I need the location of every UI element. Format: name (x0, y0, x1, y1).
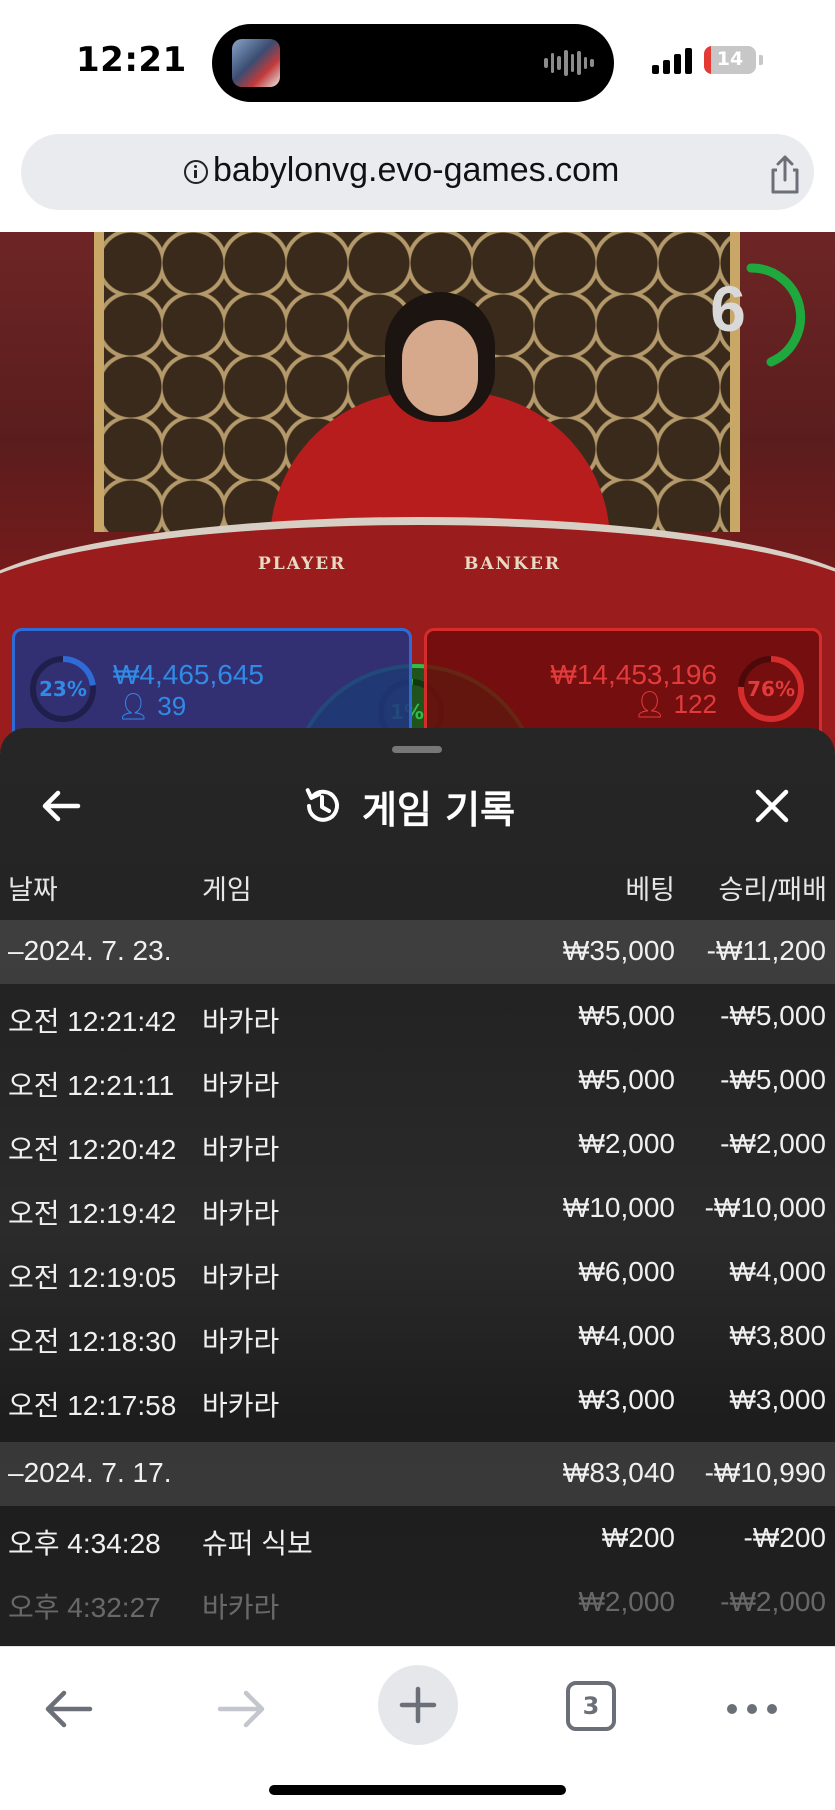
address-bar[interactable]: babylonvg.evo-games.com (21, 134, 814, 210)
row-result: -₩5,000 (720, 1064, 826, 1095)
row-bet: ₩200 (601, 1522, 675, 1553)
column-bet[interactable]: 베팅 (625, 868, 675, 907)
group-date: –2024. 7. 17. (8, 1457, 172, 1488)
row-bet: ₩10,000 (562, 1192, 675, 1223)
row-bet: ₩2,000 (578, 1128, 676, 1159)
dynamic-island (212, 24, 614, 102)
home-indicator[interactable] (269, 1785, 566, 1795)
more-icon[interactable] (712, 1669, 792, 1749)
table-label-banker: BANKER (464, 554, 561, 574)
row-time: 오전 12:21:42 (8, 1006, 177, 1037)
row-game: 바카라 (202, 1390, 280, 1421)
row-result: -₩2,000 (720, 1128, 826, 1159)
history-row[interactable]: 오후 4:34:28 슈퍼 식보 ₩200 -₩200 (0, 1506, 835, 1570)
sheet-title: 게임 기록 (362, 787, 516, 832)
history-row[interactable]: 오전 12:19:05 바카라 ₩6,000 ₩4,000 (0, 1240, 835, 1304)
countdown-timer: 6 (710, 273, 746, 345)
row-time: 오전 12:20:42 (8, 1134, 177, 1165)
status-bar: 12:21 14 (0, 0, 835, 125)
player-amount: ₩4,465,645 (113, 659, 264, 690)
row-bet: ₩3,000 (578, 1384, 676, 1415)
history-row[interactable]: 오전 12:18:30 바카라 ₩4,000 ₩3,800 (0, 1304, 835, 1368)
back-icon[interactable] (28, 1669, 108, 1749)
row-time: 오전 12:19:05 (8, 1262, 177, 1293)
row-game: 바카라 (202, 1262, 280, 1293)
row-result: -₩200 (743, 1522, 826, 1553)
island-app-icon (232, 39, 280, 87)
info-icon[interactable] (184, 160, 208, 184)
row-result: -₩10,000 (704, 1192, 826, 1223)
row-result: -₩5,000 (720, 1000, 826, 1031)
history-row[interactable]: 오전 12:21:11 바카라 ₩5,000 -₩5,000 (0, 1048, 835, 1112)
history-row[interactable]: 오전 12:17:58 바카라 ₩3,000 ₩3,000 (0, 1368, 835, 1432)
player-count: 👤︎ 39 (117, 691, 187, 721)
row-bet: ₩6,000 (578, 1256, 676, 1287)
row-time: 오후 4:34:28 (8, 1528, 161, 1559)
row-bet: ₩4,000 (578, 1320, 676, 1351)
group-result: -₩11,200 (706, 935, 826, 966)
banker-amount: ₩14,453,196 (550, 659, 717, 690)
row-result: ₩3,800 (729, 1320, 827, 1351)
sheet-header: 게임 기록 (300, 776, 515, 836)
history-row[interactable]: 오전 12:20:42 바카라 ₩2,000 -₩2,000 (0, 1112, 835, 1176)
url-text[interactable]: babylonvg.evo-games.com (213, 151, 619, 190)
history-row[interactable]: 오후 4:32:27 바카라 ₩2,000 -₩2,000 (0, 1570, 835, 1634)
row-time: 오전 12:17:58 (8, 1390, 177, 1421)
row-bet: ₩5,000 (578, 1064, 676, 1095)
banker-count: 👤︎ 122 (633, 689, 717, 719)
group-bet: ₩83,040 (562, 1457, 675, 1488)
drag-handle[interactable] (392, 746, 442, 753)
row-bet: ₩5,000 (578, 1000, 676, 1031)
history-row[interactable]: 오전 12:21:42 바카라 ₩5,000 -₩5,000 (0, 984, 835, 1048)
table-label-player: PLAYER (258, 554, 347, 574)
history-row[interactable]: 오전 12:19:42 바카라 ₩10,000 -₩10,000 (0, 1176, 835, 1240)
banker-percent: 76% (747, 677, 795, 701)
battery-icon: 14 (704, 46, 756, 74)
row-result: -₩2,000 (720, 1586, 826, 1617)
group-bet: ₩35,000 (562, 935, 675, 966)
game-history-sheet: 게임 기록 날짜 게임 베팅 승리/패배 –2024. 7. 23. ₩35,0… (0, 728, 835, 1646)
row-time: 오전 12:18:30 (8, 1326, 177, 1357)
user-icon: 👤︎ (117, 691, 151, 721)
row-game: 슈퍼 식보 (202, 1528, 313, 1559)
date-group-header[interactable]: –2024. 7. 23. ₩35,000 -₩11,200 (0, 920, 835, 984)
row-time: 오전 12:19:42 (8, 1198, 177, 1229)
new-tab-button[interactable] (378, 1665, 458, 1745)
row-game: 바카라 (202, 1592, 280, 1623)
audio-wave-icon (544, 48, 594, 78)
row-game: 바카라 (202, 1134, 280, 1165)
signal-icon (652, 46, 694, 74)
live-video[interactable]: PLAYER BANKER 6 1% 23% ₩4,465,645 👤︎ 39 … (0, 232, 835, 752)
user-icon: 👤︎ (633, 689, 667, 719)
column-date[interactable]: 날짜 (8, 868, 58, 907)
tabs-icon[interactable]: 3 (566, 1681, 616, 1731)
forward-icon[interactable] (202, 1669, 282, 1749)
date-group-header[interactable]: –2024. 7. 17. ₩83,040 -₩10,990 (0, 1442, 835, 1506)
battery-level: 14 (716, 48, 744, 70)
status-time: 12:21 (76, 40, 187, 80)
browser-toolbar: 3 (0, 1646, 835, 1810)
column-game[interactable]: 게임 (202, 868, 252, 907)
row-result: ₩3,000 (729, 1384, 827, 1415)
history-icon (305, 788, 339, 822)
row-game: 바카라 (202, 1006, 280, 1037)
row-game: 바카라 (202, 1326, 280, 1357)
close-icon[interactable] (746, 780, 798, 832)
row-time: 오전 12:21:11 (8, 1070, 175, 1101)
share-icon[interactable] (763, 152, 807, 196)
column-result[interactable]: 승리/패배 (719, 868, 827, 907)
group-date: –2024. 7. 23. (8, 935, 172, 966)
row-time: 오후 4:32:27 (8, 1592, 161, 1623)
row-bet: ₩2,000 (578, 1586, 676, 1617)
row-game: 바카라 (202, 1198, 280, 1229)
arrow-left-icon[interactable] (36, 780, 88, 832)
player-percent: 23% (39, 677, 87, 701)
row-game: 바카라 (202, 1070, 280, 1101)
row-result: ₩4,000 (729, 1256, 827, 1287)
plus-icon (399, 1686, 437, 1724)
group-result: -₩10,990 (704, 1457, 826, 1488)
